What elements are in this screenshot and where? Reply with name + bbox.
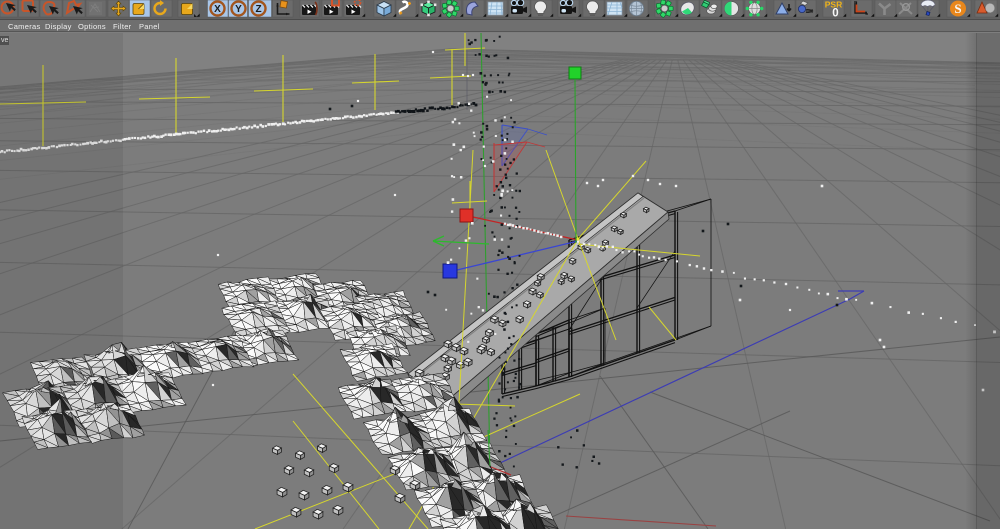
svg-text:X: X bbox=[214, 4, 221, 15]
svg-text:Z: Z bbox=[255, 4, 261, 15]
svg-text:Y: Y bbox=[235, 4, 242, 15]
svg-text:S: S bbox=[954, 1, 961, 16]
svg-text:0: 0 bbox=[832, 8, 838, 20]
